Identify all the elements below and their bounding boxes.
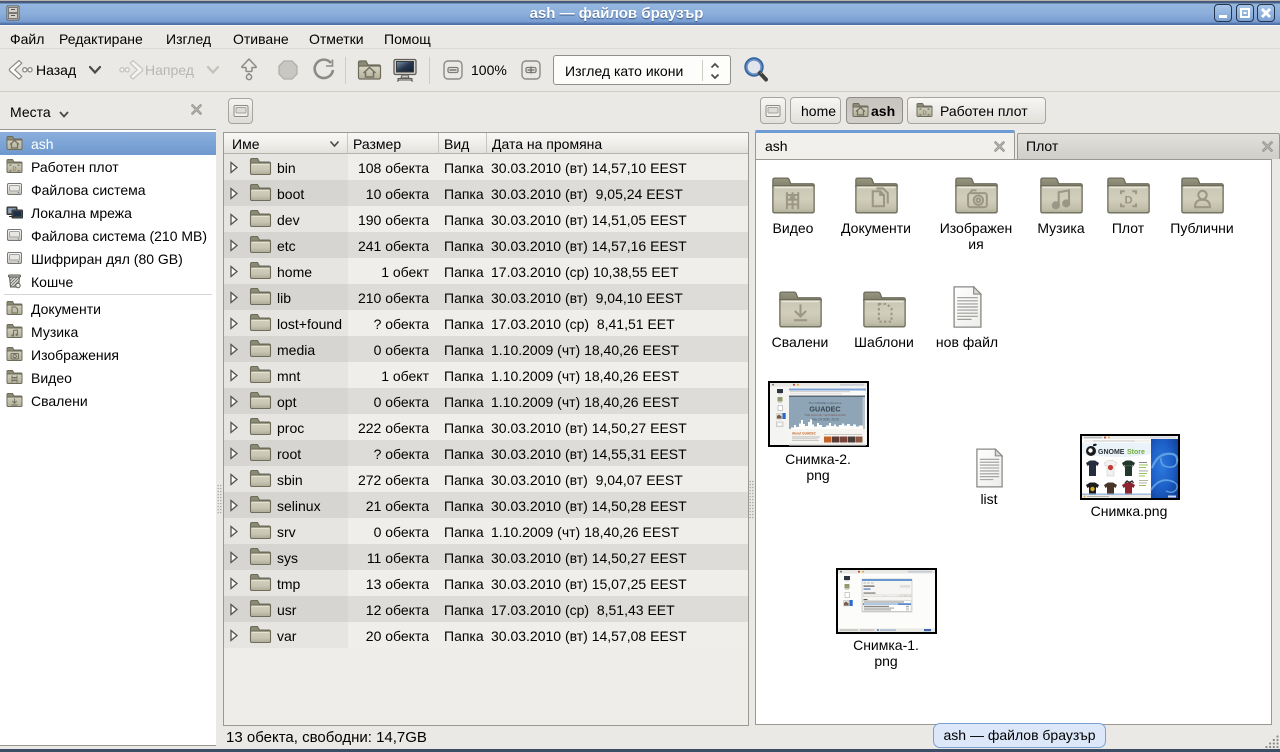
svg-text:July 24-30th, 2010: July 24-30th, 2010 bbox=[811, 418, 839, 422]
svg-text:GNOME: GNOME bbox=[1098, 449, 1125, 456]
svg-text:THE HAGUE, NETHERLANDS: THE HAGUE, NETHERLANDS bbox=[804, 413, 846, 417]
svg-text:About GUADEC: About GUADEC bbox=[792, 432, 817, 436]
svg-text:D: D bbox=[1124, 194, 1132, 206]
svg-text:Store: Store bbox=[1127, 449, 1145, 456]
